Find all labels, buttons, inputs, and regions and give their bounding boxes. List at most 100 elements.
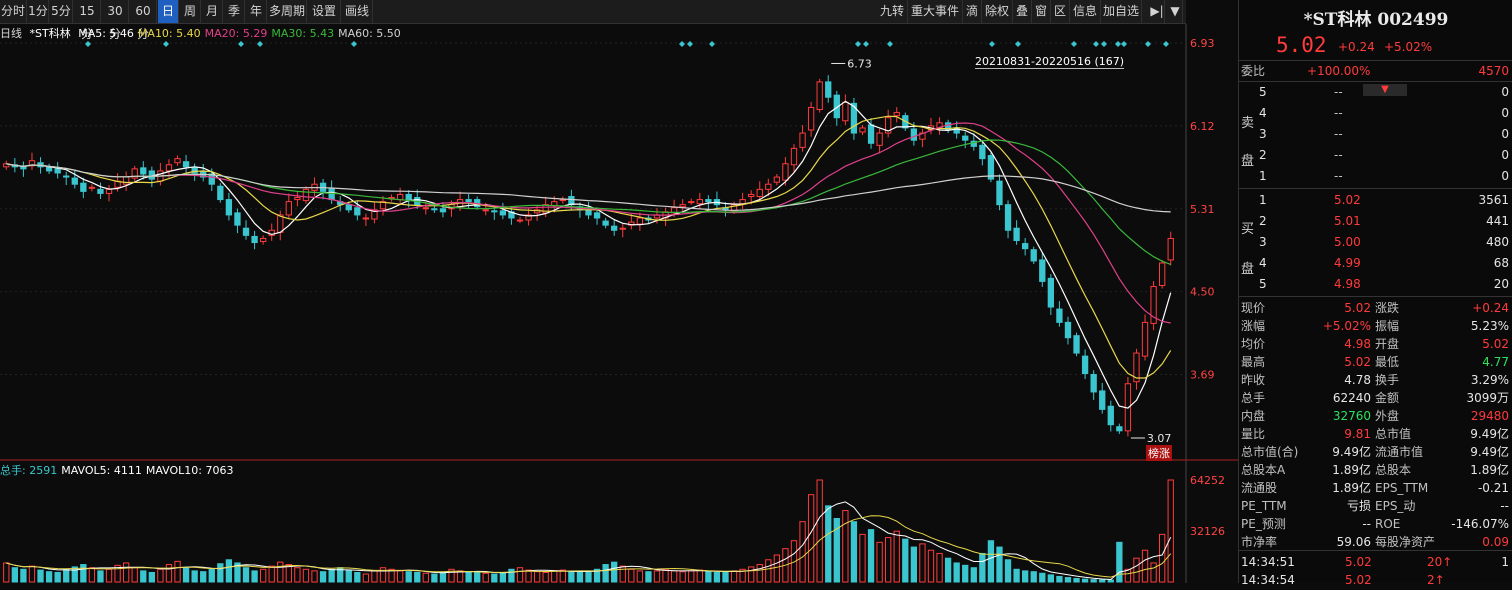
volume-bar (11, 567, 18, 583)
candle (1030, 249, 1037, 262)
event-marker-icon (163, 41, 169, 47)
skip-end-icon[interactable]: ▶| (1150, 0, 1165, 23)
period-tab-6[interactable]: 日 (158, 0, 179, 23)
volume-bar (1022, 570, 1029, 583)
sell-row-3: 3 -- 0 (1239, 124, 1512, 144)
stat-label: 最高 (1241, 355, 1266, 369)
stat-row-7: 量比 9.81 总市值 9.49亿 (1239, 424, 1512, 444)
buy-volume: 20 (1493, 277, 1509, 291)
candle (782, 163, 789, 181)
volume-bar (431, 573, 438, 583)
volume-bar (140, 570, 147, 583)
period-tab-5[interactable]: 60分 (130, 0, 157, 41)
candle (679, 204, 686, 208)
tool-button-1[interactable]: 重大事件 (908, 0, 963, 23)
volume-bar (277, 561, 284, 583)
period-tab-8[interactable]: 月 (202, 0, 223, 23)
tool-button-2[interactable]: 滴 (963, 0, 982, 23)
kline-chart[interactable]: 6.93 6.12 5.31 4.50 3.69 64252 32126 6.73 3.07 (0, 24, 1238, 583)
volume-bar (414, 571, 421, 583)
volume-bar (482, 572, 489, 583)
period-tab-10[interactable]: 年 (246, 0, 267, 23)
period-tab-4[interactable]: 30分 (102, 0, 129, 41)
volume-bar (28, 565, 36, 583)
price-tick-4: 3.69 (1190, 369, 1215, 382)
stat-value: 9.49亿 (1332, 445, 1371, 459)
buy-level: 5 (1259, 277, 1267, 291)
period-tab-7[interactable]: 周 (180, 0, 201, 23)
stat-label: 总手 (1241, 391, 1266, 405)
candle (765, 183, 772, 190)
candle (688, 201, 695, 204)
volume-bar (636, 570, 644, 583)
volume-bar (165, 564, 173, 583)
period-tab-0[interactable]: 分时 (0, 0, 27, 23)
chevron-down-icon[interactable]: ▼ (1168, 0, 1183, 23)
candle (122, 176, 130, 185)
period-tab-13[interactable]: 画线 (342, 0, 373, 23)
candle (979, 144, 986, 160)
volume-bar (842, 510, 849, 583)
candle (165, 164, 173, 172)
period-tab-11[interactable]: 多周期 (268, 0, 307, 23)
event-marker-icon (1163, 41, 1169, 47)
event-marker-icon (85, 41, 91, 47)
volume-bar (1159, 533, 1166, 583)
weibi-row: 委比 +100.00% 4570 (1239, 61, 1512, 81)
volume-bar (405, 571, 412, 583)
chevron-down-icon[interactable]: ▼ (1363, 84, 1407, 96)
volume-bar (54, 571, 61, 583)
rank-rise-tag[interactable]: 榜涨 (1146, 445, 1172, 461)
volume-bar (1167, 479, 1174, 583)
event-marker-icon (1101, 41, 1107, 47)
tool-button-4[interactable]: 叠 (1013, 0, 1032, 23)
tool-button-6[interactable]: 区 (1051, 0, 1070, 23)
period-tab-3[interactable]: 15分 (74, 0, 101, 41)
sell-row-4: 2 -- 0 (1239, 145, 1512, 165)
volume-bar (1141, 549, 1149, 583)
candle (1090, 374, 1097, 393)
stat-value: 0.09 (1482, 535, 1509, 549)
tool-button-3[interactable]: 除权 (982, 0, 1013, 23)
stat-label: 现价 (1241, 301, 1266, 315)
tool-button-7[interactable]: 信息 (1070, 0, 1101, 23)
buy-level: 4 (1259, 256, 1267, 270)
volume-bar (379, 567, 387, 583)
candle (859, 127, 866, 133)
candle (636, 217, 644, 225)
candle (1167, 237, 1174, 261)
event-marker-icon (679, 41, 685, 47)
period-tab-9[interactable]: 季 (224, 0, 245, 23)
volume-bar (542, 571, 549, 583)
tool-button-5[interactable]: 窗 (1032, 0, 1051, 23)
period-tab-12[interactable]: 设置 (308, 0, 341, 23)
tool-button-8[interactable]: 加自选 (1101, 0, 1142, 23)
volume-bar (662, 568, 669, 583)
volume-bar (825, 505, 832, 583)
tool-button-0[interactable]: 九转 (877, 0, 908, 23)
stat-label: EPS_动 (1375, 499, 1416, 513)
panel-divider (1239, 188, 1512, 189)
volume-bar (80, 564, 87, 583)
candle (277, 214, 284, 233)
volume-bar (148, 571, 155, 583)
stat-label: ROE (1375, 517, 1401, 531)
buy-price: 4.99 (1334, 256, 1361, 270)
stat-value: 3099万 (1466, 391, 1509, 405)
stat-value: 4.98 (1344, 337, 1371, 351)
volume-bar (705, 571, 712, 583)
candle (593, 212, 601, 219)
volume-bar (302, 568, 310, 583)
sell-row-5: 1 -- 0 (1239, 166, 1512, 186)
stat-label: 流通市值 (1375, 445, 1424, 459)
tick-time: 14:34:51 (1241, 555, 1295, 569)
volume-bar (807, 494, 815, 583)
volume-bar (217, 563, 224, 583)
volume-bar (576, 571, 584, 583)
vol-legend-item-1: MAVOL5: 4111 (61, 464, 142, 477)
stat-value: +0.24 (1472, 301, 1509, 315)
period-tab-1[interactable]: 1分 (28, 0, 49, 23)
volume-bar (645, 571, 652, 583)
period-tab-2[interactable]: 5分 (50, 0, 73, 23)
volume-bar (919, 543, 926, 583)
